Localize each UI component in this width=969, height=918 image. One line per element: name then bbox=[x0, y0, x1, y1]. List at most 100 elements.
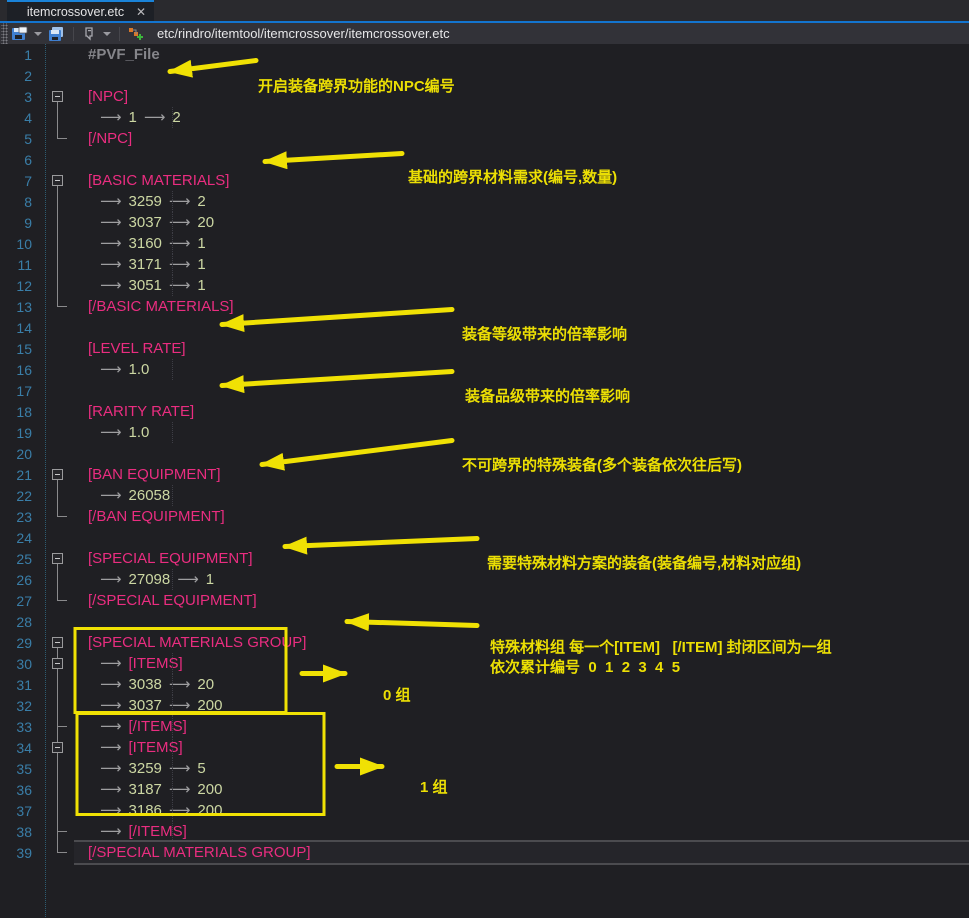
code-val: 200 bbox=[197, 695, 222, 716]
fold-marker-start[interactable] bbox=[44, 548, 72, 569]
code-line[interactable]: ⟶[/ITEMS] bbox=[72, 821, 969, 842]
code-line[interactable]: ⟶3259⟶5 bbox=[72, 758, 969, 779]
code-line[interactable]: [/SPECIAL EQUIPMENT] bbox=[72, 590, 969, 611]
code-val: 3051 bbox=[129, 275, 162, 296]
fold-margin bbox=[44, 422, 72, 443]
line-number: 31 bbox=[0, 677, 44, 693]
code-rows: 1#PVF_File23[NPC]4⟶1⟶25[/NPC]67[BASIC MA… bbox=[0, 44, 969, 863]
code-line[interactable]: [NPC] bbox=[72, 86, 969, 107]
save-all-button[interactable] bbox=[45, 23, 68, 44]
code-editor[interactable]: 1#PVF_File23[NPC]4⟶1⟶25[/NPC]67[BASIC MA… bbox=[0, 44, 969, 917]
code-line[interactable]: ⟶3038⟶20 bbox=[72, 674, 969, 695]
indent-guide bbox=[172, 569, 173, 590]
code-line[interactable]: [RARITY RATE] bbox=[72, 401, 969, 422]
code-row-15: 15 [LEVEL RATE] bbox=[0, 338, 969, 359]
line-number: 7 bbox=[0, 173, 44, 189]
indent-guide bbox=[172, 716, 173, 737]
save-button[interactable] bbox=[8, 23, 31, 44]
tool-button[interactable] bbox=[79, 23, 100, 44]
code-line[interactable]: [/BASIC MATERIALS] bbox=[72, 296, 969, 317]
close-icon[interactable]: ✕ bbox=[136, 5, 146, 19]
code-line[interactable] bbox=[72, 527, 969, 548]
code-tag: [RARITY RATE] bbox=[88, 401, 194, 422]
code-line[interactable] bbox=[72, 443, 969, 464]
toolbar: etc/rindro/itemtool/itemcrossover/itemcr… bbox=[0, 23, 969, 44]
code-tag: [/BAN EQUIPMENT] bbox=[88, 506, 225, 527]
fold-marker-start[interactable] bbox=[44, 86, 72, 107]
code-row-12: 12⟶3051⟶1 bbox=[0, 275, 969, 296]
code-line[interactable]: ⟶3160⟶1 bbox=[72, 233, 969, 254]
code-line[interactable]: ⟶3187⟶200 bbox=[72, 779, 969, 800]
fold-margin bbox=[44, 359, 72, 380]
code-val: 3259 bbox=[129, 191, 162, 212]
code-row-10: 10⟶3160⟶1 bbox=[0, 233, 969, 254]
code-line[interactable]: #PVF_File bbox=[72, 44, 969, 65]
code-line[interactable] bbox=[72, 149, 969, 170]
code-line[interactable]: [/BAN EQUIPMENT] bbox=[72, 506, 969, 527]
code-line[interactable]: [/NPC] bbox=[72, 128, 969, 149]
fold-marker-start[interactable] bbox=[44, 170, 72, 191]
fold-margin bbox=[44, 44, 72, 65]
code-tag: [/SPECIAL MATERIALS GROUP] bbox=[88, 842, 311, 863]
fold-marker-mid bbox=[44, 212, 72, 233]
code-line[interactable]: ⟶1.0 bbox=[72, 359, 969, 380]
fold-marker-mid bbox=[44, 758, 72, 779]
fold-marker-mid bbox=[44, 569, 72, 590]
code-val: 1 bbox=[197, 275, 205, 296]
fold-marker-start2[interactable] bbox=[44, 653, 72, 674]
code-line[interactable] bbox=[72, 317, 969, 338]
code-row-38: 38⟶[/ITEMS] bbox=[0, 821, 969, 842]
code-line[interactable]: [/SPECIAL MATERIALS GROUP] bbox=[72, 842, 969, 863]
code-line[interactable]: ⟶26058 bbox=[72, 485, 969, 506]
tab-arrow-glyph: ⟶ bbox=[100, 758, 122, 779]
code-line[interactable] bbox=[72, 380, 969, 401]
code-line[interactable] bbox=[72, 611, 969, 632]
line-number: 39 bbox=[0, 845, 44, 861]
code-line[interactable]: [BAN EQUIPMENT] bbox=[72, 464, 969, 485]
fold-marker-start[interactable] bbox=[44, 464, 72, 485]
tool-dropdown-caret[interactable] bbox=[103, 32, 111, 36]
fold-margin bbox=[44, 401, 72, 422]
fold-marker-mid bbox=[44, 107, 72, 128]
code-line[interactable]: ⟶3051⟶1 bbox=[72, 275, 969, 296]
tree-add-button[interactable] bbox=[125, 23, 147, 44]
fold-marker-start2[interactable] bbox=[44, 737, 72, 758]
code-line[interactable]: ⟶3259⟶2 bbox=[72, 191, 969, 212]
line-number: 14 bbox=[0, 320, 44, 336]
code-line[interactable]: ⟶3037⟶200 bbox=[72, 695, 969, 716]
tab-arrow-glyph: ⟶ bbox=[177, 569, 199, 590]
code-line[interactable]: ⟶1.0 bbox=[72, 422, 969, 443]
code-line[interactable]: ⟶[ITEMS] bbox=[72, 737, 969, 758]
indent-guide bbox=[172, 821, 173, 842]
code-tag: [BASIC MATERIALS] bbox=[88, 170, 229, 191]
code-line[interactable]: [SPECIAL EQUIPMENT] bbox=[72, 548, 969, 569]
code-row-2: 2 bbox=[0, 65, 969, 86]
tab-arrow-glyph: ⟶ bbox=[100, 422, 122, 443]
line-number: 6 bbox=[0, 152, 44, 168]
code-val: 2 bbox=[172, 107, 180, 128]
line-number: 15 bbox=[0, 341, 44, 357]
code-line[interactable] bbox=[72, 65, 969, 86]
fold-marker-start[interactable] bbox=[44, 632, 72, 653]
code-dir: #PVF_File bbox=[88, 44, 160, 65]
code-line[interactable]: ⟶[ITEMS] bbox=[72, 653, 969, 674]
code-line[interactable]: [SPECIAL MATERIALS GROUP] bbox=[72, 632, 969, 653]
save-dropdown-caret[interactable] bbox=[34, 32, 42, 36]
tab-arrow-glyph: ⟶ bbox=[100, 674, 122, 695]
code-line[interactable]: ⟶1⟶2 bbox=[72, 107, 969, 128]
code-line[interactable]: ⟶3037⟶20 bbox=[72, 212, 969, 233]
code-line[interactable]: [LEVEL RATE] bbox=[72, 338, 969, 359]
toolbar-grip[interactable] bbox=[1, 23, 8, 44]
code-line[interactable]: [BASIC MATERIALS] bbox=[72, 170, 969, 191]
tab-arrow-glyph: ⟶ bbox=[100, 695, 122, 716]
code-val: 3037 bbox=[129, 695, 162, 716]
code-line[interactable]: ⟶27098⟶1 bbox=[72, 569, 969, 590]
code-tag: [SPECIAL MATERIALS GROUP] bbox=[88, 632, 306, 653]
code-line[interactable]: ⟶[/ITEMS] bbox=[72, 716, 969, 737]
tab-itemcrossover[interactable]: itemcrossover.etc ✕ bbox=[7, 0, 154, 21]
code-line[interactable]: ⟶3171⟶1 bbox=[72, 254, 969, 275]
tab-arrow-glyph: ⟶ bbox=[100, 233, 122, 254]
code-line[interactable]: ⟶3186⟶200 bbox=[72, 800, 969, 821]
line-number: 36 bbox=[0, 782, 44, 798]
indent-guide bbox=[172, 359, 173, 380]
